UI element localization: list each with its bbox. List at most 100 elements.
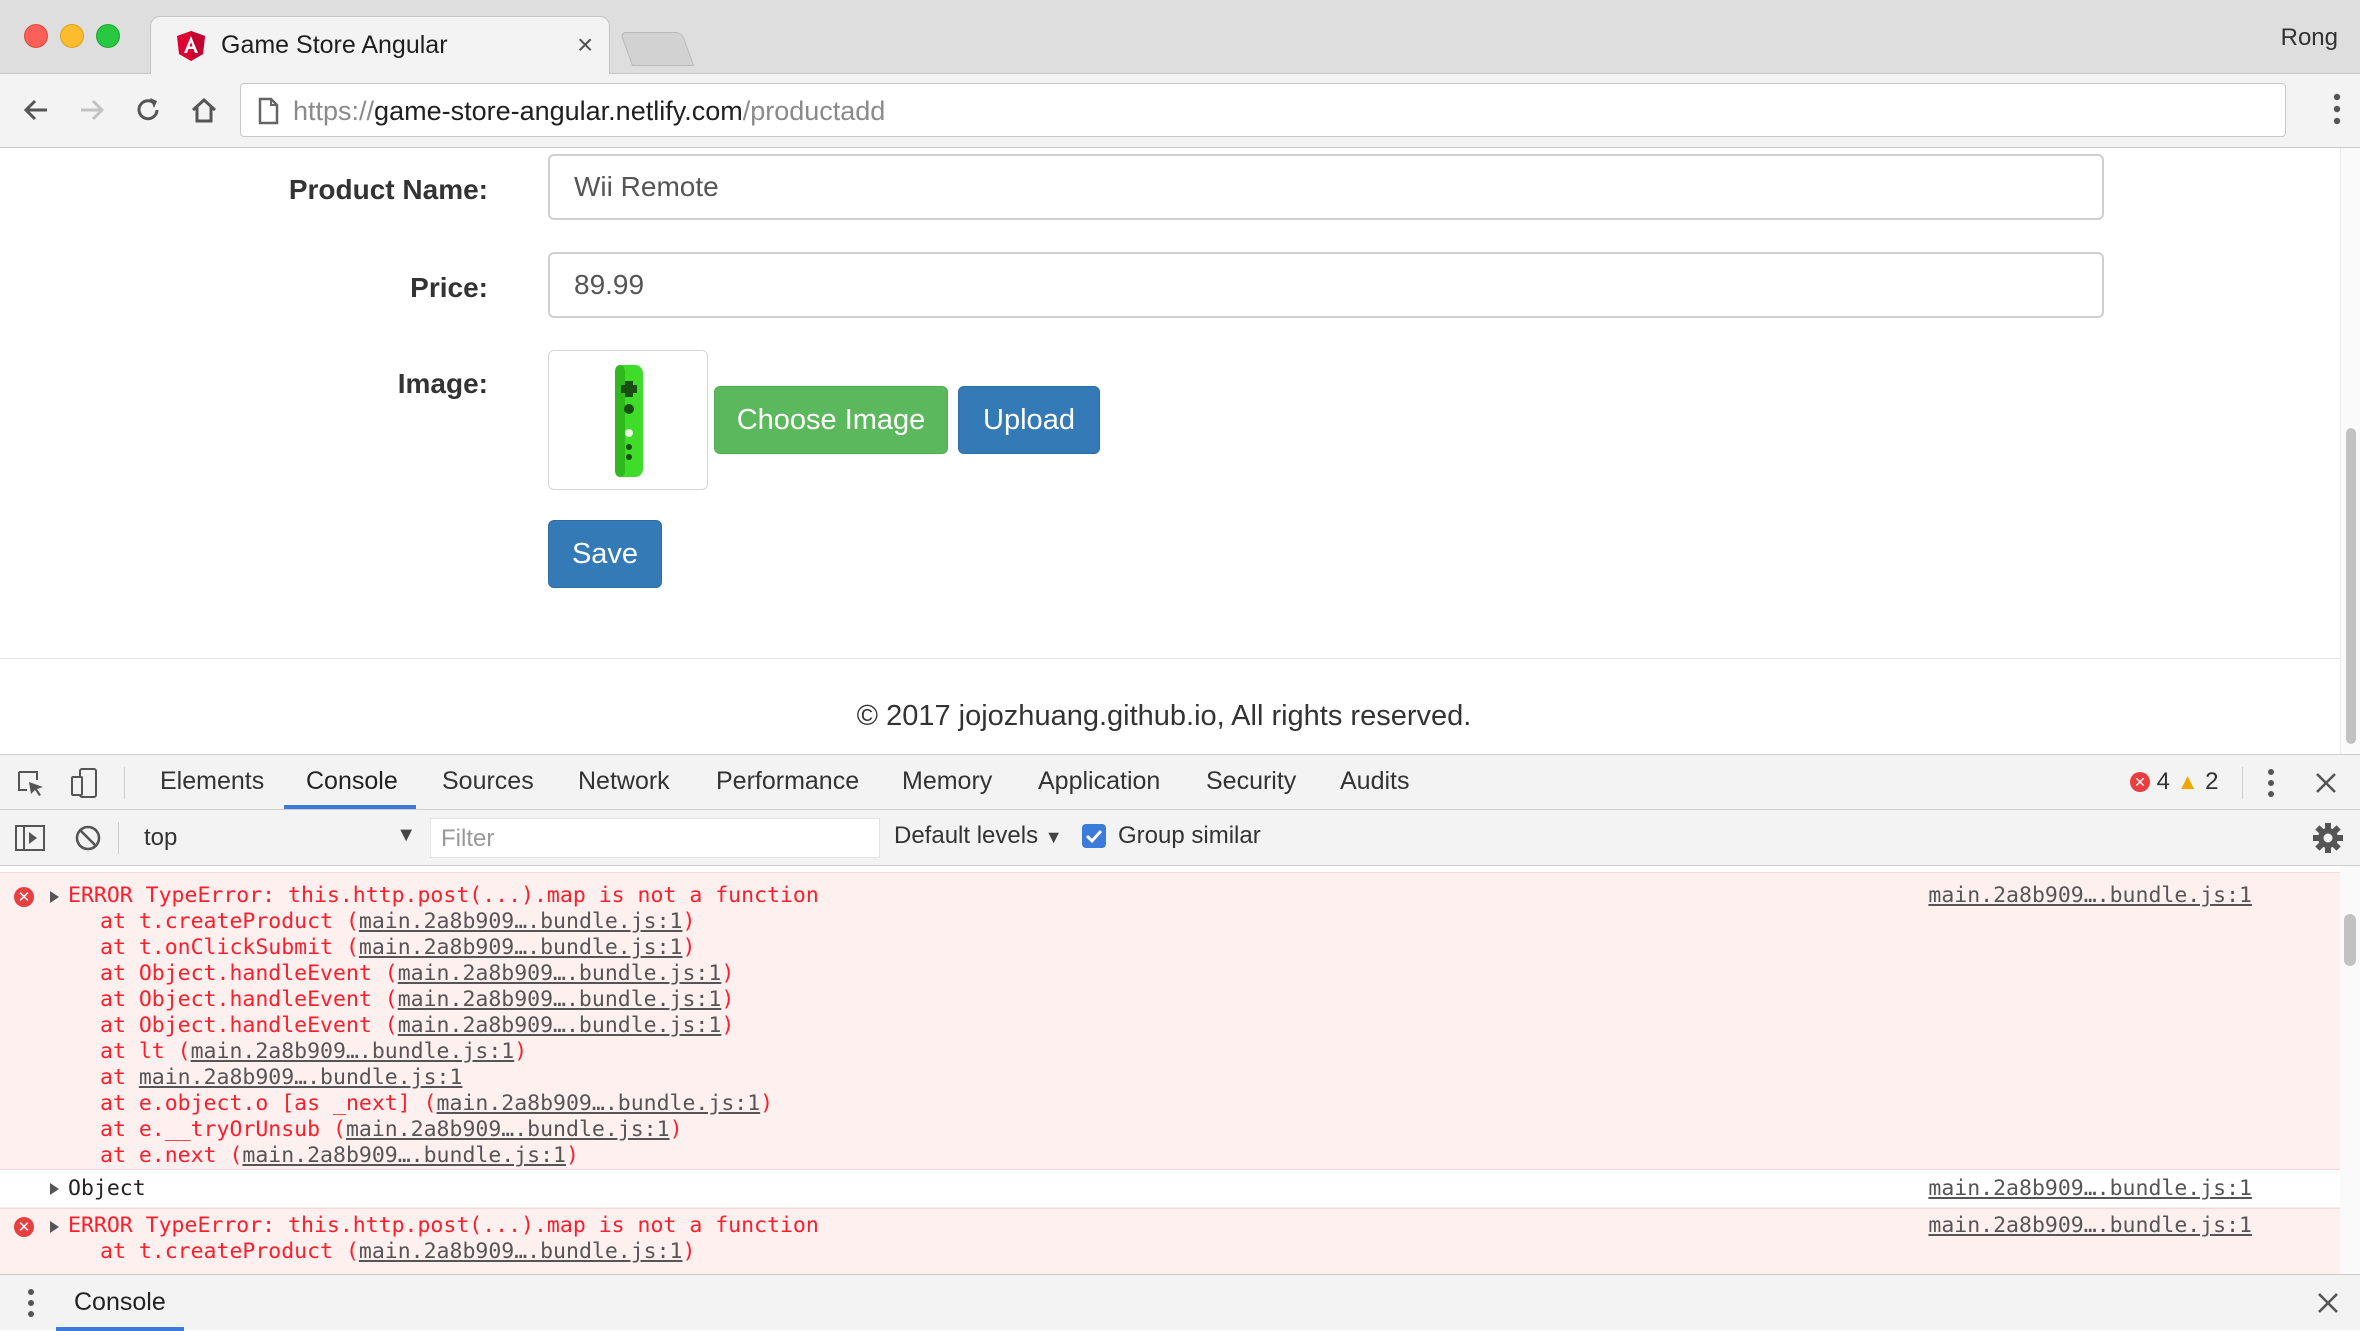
- tab-performance[interactable]: Performance: [716, 767, 859, 796]
- angular-logo-icon: [177, 31, 205, 61]
- expand-triangle-icon[interactable]: [50, 1221, 59, 1233]
- console-log-message[interactable]: Object main.2a8b909….bundle.js:1: [0, 1170, 2340, 1208]
- save-button[interactable]: Save: [548, 520, 662, 588]
- home-icon[interactable]: [186, 92, 222, 128]
- browser-menu-icon[interactable]: [2332, 92, 2342, 126]
- chevron-down-icon: ▼: [396, 824, 416, 846]
- drawer-menu-icon[interactable]: [26, 1287, 36, 1319]
- tab-security[interactable]: Security: [1206, 767, 1296, 796]
- price-input[interactable]: 89.99: [548, 252, 2104, 318]
- issue-counts[interactable]: ✕ 4 ▲ 2: [2130, 768, 2219, 796]
- stack-link[interactable]: main.2a8b909….bundle.js:1: [242, 1143, 566, 1168]
- console-filter-input[interactable]: Filter: [430, 818, 880, 858]
- stack-link[interactable]: main.2a8b909….bundle.js:1: [359, 909, 683, 934]
- stack-frame[interactable]: at Object.handleEvent (main.2a8b909….bun…: [100, 1013, 734, 1039]
- page-scrollbar-thumb[interactable]: [2346, 428, 2356, 744]
- console-scrollbar[interactable]: [2340, 866, 2360, 1274]
- devtools-tab-strip: Elements Console Sources Network Perform…: [0, 754, 2360, 810]
- console-output: ✕ ERROR TypeError: this.http.post(...).m…: [0, 866, 2360, 1274]
- error-count: 4: [2156, 768, 2171, 795]
- inspect-element-icon[interactable]: [16, 769, 46, 799]
- stack-frame[interactable]: at e.__tryOrUnsub (main.2a8b909….bundle.…: [100, 1117, 683, 1143]
- drawer-tab-console[interactable]: Console: [74, 1288, 166, 1317]
- source-link[interactable]: main.2a8b909….bundle.js:1: [1928, 1176, 2252, 1201]
- close-window-button[interactable]: [24, 24, 48, 48]
- tab-memory[interactable]: Memory: [902, 767, 992, 796]
- tab-sources[interactable]: Sources: [442, 767, 534, 796]
- tab-elements[interactable]: Elements: [160, 767, 264, 796]
- log-levels-value: Default levels: [894, 822, 1039, 849]
- stack-frame[interactable]: at t.createProduct (main.2a8b909….bundle…: [100, 909, 695, 935]
- stack-frame[interactable]: at Object.handleEvent (main.2a8b909….bun…: [100, 961, 734, 987]
- group-similar-label: Group similar: [1118, 822, 1261, 849]
- tab-audits[interactable]: Audits: [1340, 767, 1409, 796]
- source-link[interactable]: main.2a8b909….bundle.js:1: [1928, 1213, 2252, 1238]
- back-arrow-icon[interactable]: [18, 92, 54, 128]
- close-devtools-icon[interactable]: [2314, 771, 2338, 795]
- tab-application[interactable]: Application: [1038, 767, 1160, 796]
- price-label: Price:: [410, 272, 488, 303]
- close-drawer-icon[interactable]: [2316, 1291, 2340, 1315]
- footer-divider: [0, 658, 2340, 659]
- warning-count-icon: ▲: [2176, 769, 2199, 794]
- device-toolbar-icon[interactable]: [70, 767, 100, 799]
- stack-link[interactable]: main.2a8b909….bundle.js:1: [398, 1013, 722, 1038]
- stack-link[interactable]: main.2a8b909….bundle.js:1: [346, 1117, 670, 1142]
- tab-title: Game Store Angular: [221, 31, 448, 59]
- expand-triangle-icon[interactable]: [50, 1183, 59, 1195]
- browser-tab-bar: Game Store Angular × Rong: [0, 0, 2360, 74]
- zoom-window-button[interactable]: [96, 24, 120, 48]
- profile-name[interactable]: Rong: [2281, 24, 2338, 52]
- stack-link[interactable]: main.2a8b909….bundle.js:1: [139, 1065, 463, 1090]
- expand-triangle-icon[interactable]: [50, 891, 59, 903]
- new-tab-button[interactable]: [619, 32, 695, 66]
- page-scrollbar[interactable]: [2340, 148, 2360, 754]
- show-sidebar-icon[interactable]: [14, 824, 46, 852]
- console-settings-gear-icon[interactable]: [2312, 822, 2344, 854]
- address-bar[interactable]: https://game-store-angular.netlify.com/p…: [240, 83, 2286, 137]
- tab-network[interactable]: Network: [578, 767, 670, 796]
- stack-link[interactable]: main.2a8b909….bundle.js:1: [437, 1091, 761, 1116]
- stack-frame[interactable]: at e.next (main.2a8b909….bundle.js:1): [100, 1143, 579, 1169]
- stack-link[interactable]: main.2a8b909….bundle.js:1: [398, 987, 722, 1012]
- stack-link[interactable]: main.2a8b909….bundle.js:1: [191, 1039, 515, 1064]
- minimize-window-button[interactable]: [60, 24, 84, 48]
- checkmark-icon: [1085, 829, 1103, 844]
- devtools-menu-icon[interactable]: [2266, 767, 2276, 799]
- stack-frame[interactable]: at Object.handleEvent (main.2a8b909….bun…: [100, 987, 734, 1013]
- browser-tab-active[interactable]: Game Store Angular ×: [150, 16, 610, 74]
- stack-frame[interactable]: at e.object.o [as _next] (main.2a8b909….…: [100, 1091, 773, 1117]
- page-viewport: Product Name: Wii Remote Price: 89.99 Im…: [0, 148, 2340, 754]
- choose-image-button[interactable]: Choose Image: [714, 386, 948, 454]
- stack-link[interactable]: main.2a8b909….bundle.js:1: [398, 961, 722, 986]
- product-name-label: Product Name:: [288, 174, 488, 205]
- page-info-icon[interactable]: [257, 97, 279, 125]
- drawer-active-indicator: [56, 1327, 184, 1331]
- stack-frame[interactable]: at t.onClickSubmit (main.2a8b909….bundle…: [100, 935, 695, 961]
- upload-button[interactable]: Upload: [958, 386, 1100, 454]
- reload-icon[interactable]: [130, 92, 166, 128]
- tab-console[interactable]: Console: [306, 767, 398, 796]
- active-tab-indicator: [284, 805, 416, 809]
- devtools-drawer: Console: [0, 1274, 2360, 1331]
- console-error-message[interactable]: ✕ ERROR TypeError: this.http.post(...).m…: [0, 1208, 2340, 1274]
- stack-link[interactable]: main.2a8b909….bundle.js:1: [359, 935, 683, 960]
- clear-console-icon[interactable]: [74, 824, 102, 852]
- console-scrollbar-thumb[interactable]: [2344, 914, 2356, 966]
- wii-remote-image: [615, 365, 643, 477]
- group-similar-checkbox[interactable]: [1082, 824, 1106, 848]
- log-levels-dropdown[interactable]: Default levels ▼: [894, 822, 1063, 850]
- forward-arrow-icon[interactable]: [74, 92, 110, 128]
- console-error-message[interactable]: ✕ ERROR TypeError: this.http.post(...).m…: [0, 872, 2340, 1170]
- stack-frame[interactable]: at lt (main.2a8b909….bundle.js:1): [100, 1039, 527, 1065]
- source-link[interactable]: main.2a8b909….bundle.js:1: [1928, 883, 2252, 908]
- stack-frame[interactable]: at main.2a8b909….bundle.js:1: [100, 1065, 462, 1091]
- stack-link[interactable]: main.2a8b909….bundle.js:1: [359, 1239, 683, 1264]
- product-name-input[interactable]: Wii Remote: [548, 154, 2104, 220]
- error-icon: ✕: [14, 1217, 34, 1237]
- image-label: Image:: [397, 368, 488, 399]
- stack-frame[interactable]: at t.createProduct (main.2a8b909….bundle…: [100, 1239, 695, 1265]
- context-selector[interactable]: top ▼: [130, 818, 416, 858]
- error-text: ERROR TypeError: this.http.post(...).map…: [68, 1213, 819, 1238]
- tab-close-icon[interactable]: ×: [577, 27, 593, 63]
